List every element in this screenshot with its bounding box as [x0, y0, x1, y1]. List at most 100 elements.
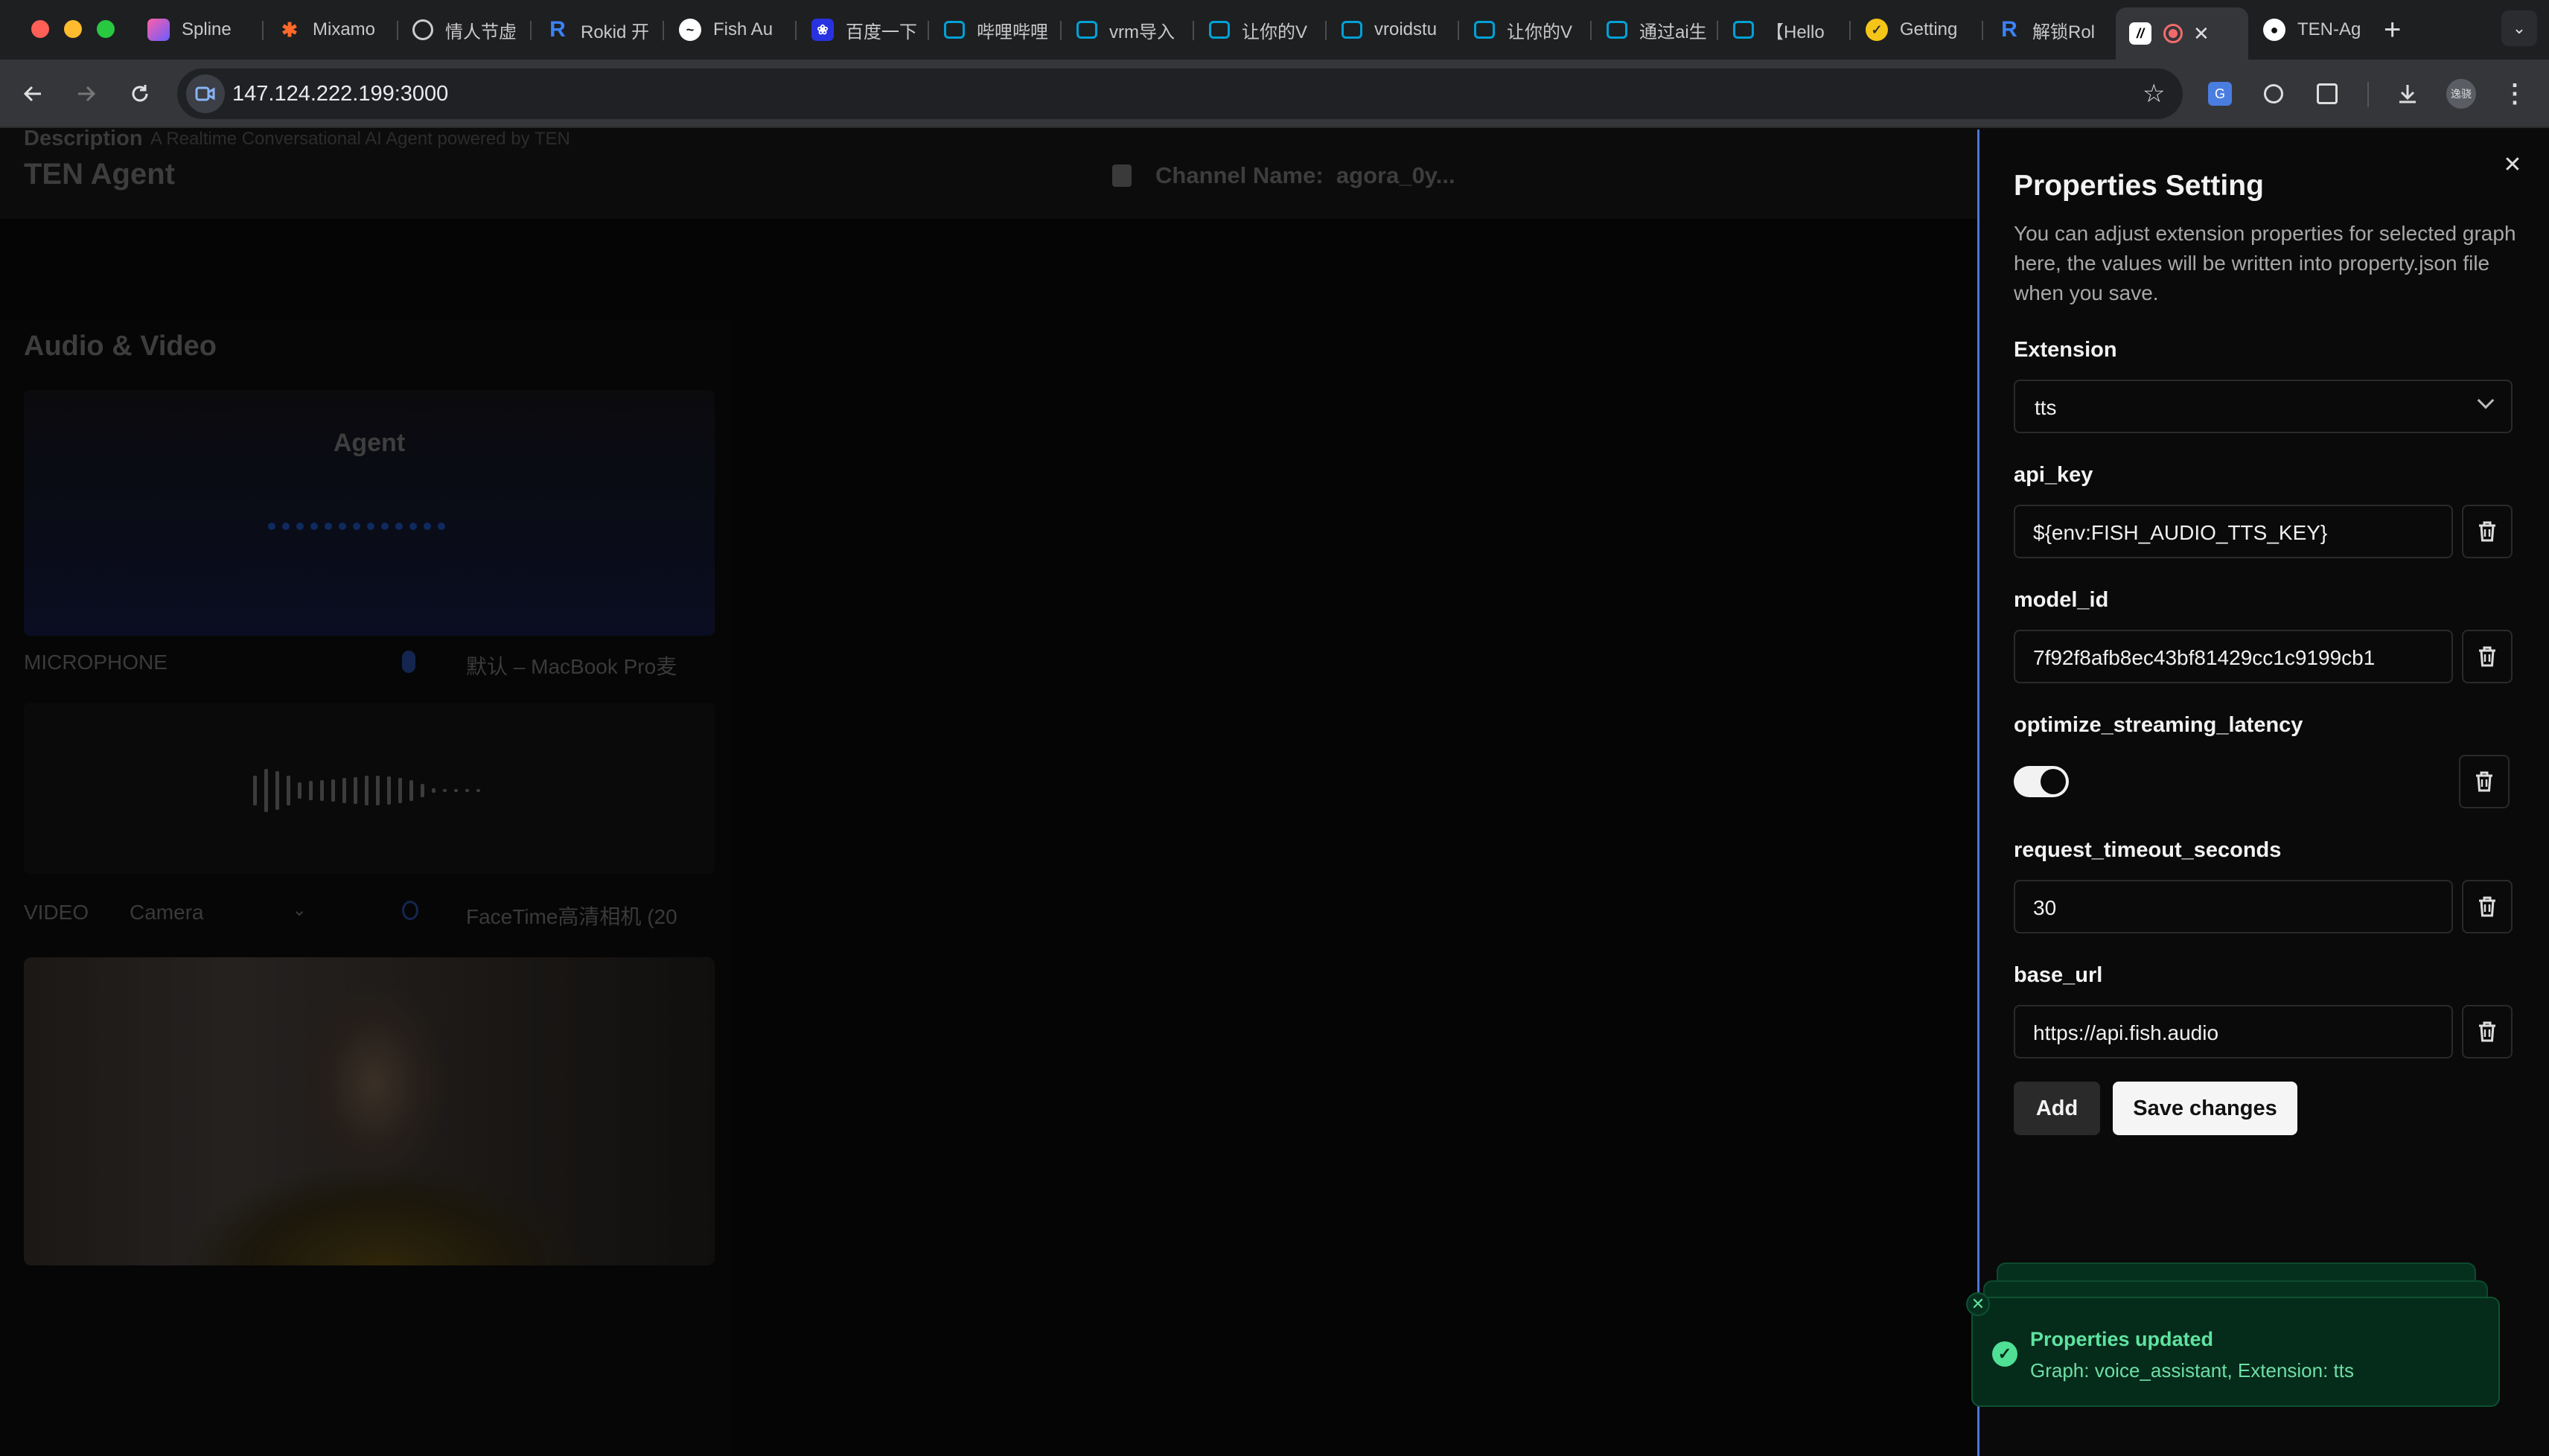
zoom-window-button[interactable] [97, 20, 115, 38]
tab-separator [1060, 21, 1062, 40]
tab-rokid[interactable]: R Rokid 开 [533, 7, 660, 52]
extension-select[interactable]: tts [2014, 380, 2513, 433]
microphone-icon[interactable] [402, 651, 415, 673]
model-id-input[interactable]: 7f92f8afb8ec43bf81429cc1c9199cb1 [2014, 630, 2453, 683]
more-menu-icon[interactable]: ⋮ [2497, 76, 2533, 112]
base-url-input[interactable]: https://api.fish.audio [2014, 1005, 2453, 1059]
description-label: Description [24, 127, 143, 150]
mixamo-icon: ✱ [281, 18, 298, 41]
waveform-bar [331, 779, 335, 802]
trash-icon [2476, 771, 2492, 792]
camera-device-select[interactable]: FaceTime高清相机 (20 [466, 901, 697, 930]
tab-separator [1982, 21, 1983, 40]
channel-info: Channel Name: agora_0y... [1112, 162, 1455, 189]
delete-optimize-streaming-latency-button[interactable] [2459, 755, 2510, 808]
add-property-button[interactable]: Add [2014, 1082, 2100, 1135]
ten-icon: // [2129, 22, 2151, 45]
delete-request-timeout-seconds-button[interactable] [2462, 880, 2513, 933]
microphone-select[interactable]: 默认 – MacBook Pro麦 [466, 651, 697, 680]
document-icon [1112, 165, 1132, 187]
description-text: A Realtime Conversational AI Agent power… [150, 129, 570, 149]
api-key-input[interactable]: ${env:FISH_AUDIO_TTS_KEY} [2014, 505, 2453, 558]
tab-bilibili-2[interactable]: vrm导入 [1063, 7, 1190, 52]
tab-ten-agent-active[interactable]: // ✕ [2116, 7, 2248, 60]
save-changes-button[interactable]: Save changes [2113, 1082, 2297, 1135]
tab-rokid-2[interactable]: R 解锁Rol [1985, 7, 2111, 52]
waveform-bar [409, 780, 413, 801]
tab-separator [262, 21, 264, 40]
video-source-select[interactable]: Camera [130, 901, 204, 925]
tab-spline[interactable]: Spline [134, 7, 261, 52]
tab-github[interactable]: ● TEN-Ag [2250, 7, 2376, 52]
tab-mixamo[interactable]: ✱ Mixamo [265, 7, 384, 52]
extensions-puzzle-icon[interactable] [2309, 76, 2345, 112]
tab-fish-audio[interactable]: ~ Fish Au [666, 7, 792, 52]
tab-label: Rokid 开 [581, 22, 650, 42]
waveform-bar [342, 778, 346, 803]
tab-label: vrm导入 [1109, 22, 1175, 42]
toast-close-icon[interactable]: ✕ [1966, 1292, 1990, 1316]
camera-icon[interactable] [402, 901, 418, 920]
channel-value: agora_0y... [1336, 162, 1455, 188]
back-button[interactable] [15, 76, 51, 112]
trash-icon [2479, 646, 2495, 667]
tab-getting-started[interactable]: ✓ Getting [1852, 7, 1979, 52]
delete-api-key-button[interactable] [2462, 505, 2513, 558]
tab-bilibili-3[interactable]: 让你的V [1196, 7, 1322, 52]
close-icon[interactable]: ✕ [2501, 153, 2524, 177]
tab-bilibili-6[interactable]: 通过ai生 [1593, 7, 1720, 52]
tab-bilibili-4[interactable]: vroidstu [1328, 7, 1455, 52]
translate-icon[interactable]: G [2202, 76, 2238, 112]
waveform-bar [376, 776, 380, 805]
back-arrow-icon [23, 86, 41, 102]
tab-bilibili-5[interactable]: 让你的V [1461, 7, 1587, 52]
drawer-description: You can adjust extension properties for … [2014, 222, 2516, 304]
drawer-title: Properties Setting [2014, 170, 2264, 202]
visualizer-dot [424, 523, 431, 530]
waveform-bar [320, 780, 324, 801]
address-bar[interactable]: 147.124.222.199:3000 ☆ [177, 68, 2183, 119]
profile-avatar[interactable]: 逸骁 [2443, 76, 2479, 112]
tab-label: 让你的V [1507, 22, 1573, 42]
field-label-api-key: api_key [2014, 463, 2093, 487]
bilibili-icon [1076, 21, 1097, 39]
forward-button[interactable] [68, 76, 104, 112]
tab-close-icon[interactable]: ✕ [2193, 22, 2210, 45]
tab-separator [1458, 21, 1459, 40]
minimize-window-button[interactable] [64, 20, 82, 38]
tab-label: 通过ai生 [1639, 22, 1707, 42]
tab-separator [663, 21, 664, 40]
tab-separator [1325, 21, 1327, 40]
visualizer-dot [325, 523, 332, 530]
tab-bilibili-1[interactable]: 哔哩哔哩 [931, 7, 1057, 52]
site-info-button[interactable] [186, 74, 225, 113]
getting-icon: ✓ [1866, 19, 1888, 41]
tab-bilibili-7[interactable]: 【Hello [1720, 7, 1848, 52]
microphone-label: MICROPHONE [24, 651, 168, 674]
download-icon[interactable] [2390, 76, 2425, 112]
openai-extension-icon[interactable] [2256, 76, 2291, 112]
delete-model-id-button[interactable] [2462, 630, 2513, 683]
close-window-button[interactable] [31, 20, 49, 38]
tab-separator [1590, 21, 1592, 40]
tab-baidu[interactable]: ❀ 百度一下 [798, 7, 925, 52]
request-timeout-seconds-input[interactable]: 30 [2014, 880, 2453, 933]
visualizer-dot [367, 523, 374, 530]
extension-value: tts [2035, 396, 2057, 419]
new-tab-button[interactable]: + [2384, 13, 2401, 47]
github-icon: ● [2263, 19, 2285, 41]
trash-icon [2479, 1021, 2495, 1042]
tab-search-chevron-icon[interactable]: ⌄ [2501, 10, 2537, 46]
optimize-streaming-latency-toggle[interactable] [2014, 766, 2069, 797]
reload-button[interactable] [122, 76, 158, 112]
waveform-bar [275, 771, 279, 810]
tab-label: 让你的V [1242, 22, 1308, 42]
tab-label: Mixamo [313, 19, 376, 39]
success-check-icon: ✓ [1992, 1341, 2017, 1367]
field-label-optimize-streaming-latency: optimize_streaming_latency [2014, 713, 2303, 737]
waveform-bar [354, 777, 357, 804]
tab-valentine[interactable]: 情人节虚 [399, 7, 526, 52]
delete-base-url-button[interactable] [2462, 1005, 2513, 1059]
toast-notification [1971, 1297, 2500, 1407]
bookmark-star-icon[interactable]: ☆ [2143, 79, 2165, 109]
